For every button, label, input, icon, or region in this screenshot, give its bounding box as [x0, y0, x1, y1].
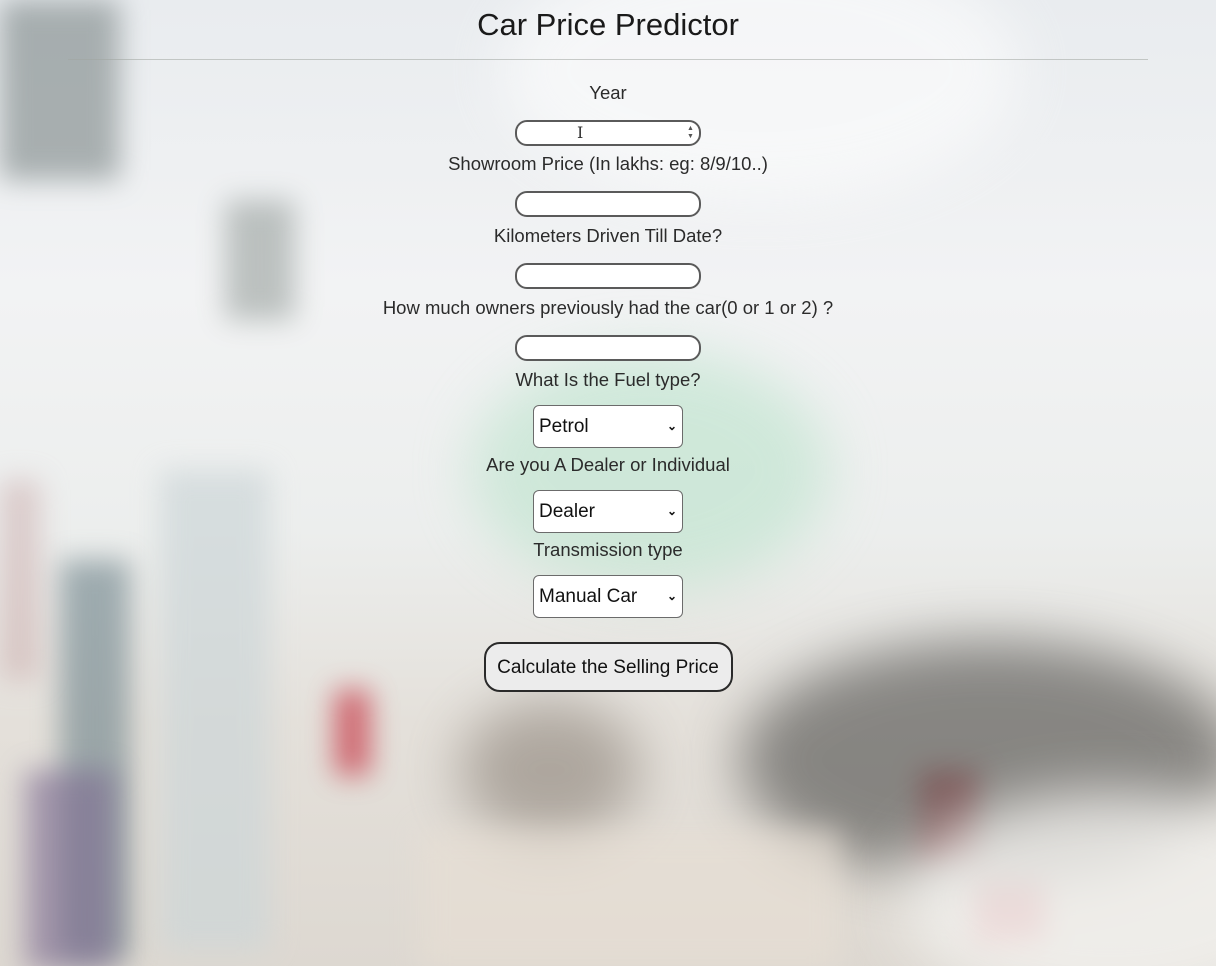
text-cursor-icon: I [577, 123, 584, 142]
chevron-down-icon: ⌄ [666, 589, 677, 603]
owners-input[interactable] [515, 335, 701, 361]
kms-driven-label: Kilometers Driven Till Date? [493, 225, 723, 246]
fuel-type-label: What Is the Fuel type? [515, 369, 701, 390]
number-spinner-icon[interactable]: ▲ ▼ [686, 125, 695, 141]
owners-label: How much owners previously had the car(0… [382, 297, 834, 318]
seller-type-select[interactable]: Dealer ⌄ [533, 490, 683, 533]
year-input[interactable]: I ▲ ▼ [515, 120, 701, 146]
page-title: Car Price Predictor [477, 7, 739, 42]
chevron-down-icon: ⌄ [666, 419, 677, 433]
chevron-down-icon: ⌄ [666, 504, 677, 518]
fuel-type-selected: Petrol [539, 416, 589, 437]
calculate-selling-price-button[interactable]: Calculate the Selling Price [483, 642, 733, 692]
transmission-select[interactable]: Manual Car ⌄ [533, 575, 683, 618]
kms-driven-input[interactable] [515, 263, 701, 289]
transmission-selected: Manual Car [539, 586, 638, 607]
showroom-price-input[interactable] [515, 191, 701, 217]
showroom-price-label: Showroom Price (In lakhs: eg: 8/9/10..) [448, 153, 768, 174]
prediction-form: Year I ▲ ▼ Showroom Price (In lakhs: eg: … [0, 80, 1216, 692]
seller-type-selected: Dealer [539, 501, 595, 522]
fuel-type-select[interactable]: Petrol ⌄ [533, 405, 683, 448]
year-label: Year [589, 82, 627, 103]
transmission-label: Transmission type [533, 539, 683, 560]
header-divider [68, 59, 1148, 60]
seller-type-label: Are you A Dealer or Individual [486, 454, 730, 475]
page: Car Price Predictor Year I ▲ ▼ Showroom P… [0, 0, 1216, 966]
